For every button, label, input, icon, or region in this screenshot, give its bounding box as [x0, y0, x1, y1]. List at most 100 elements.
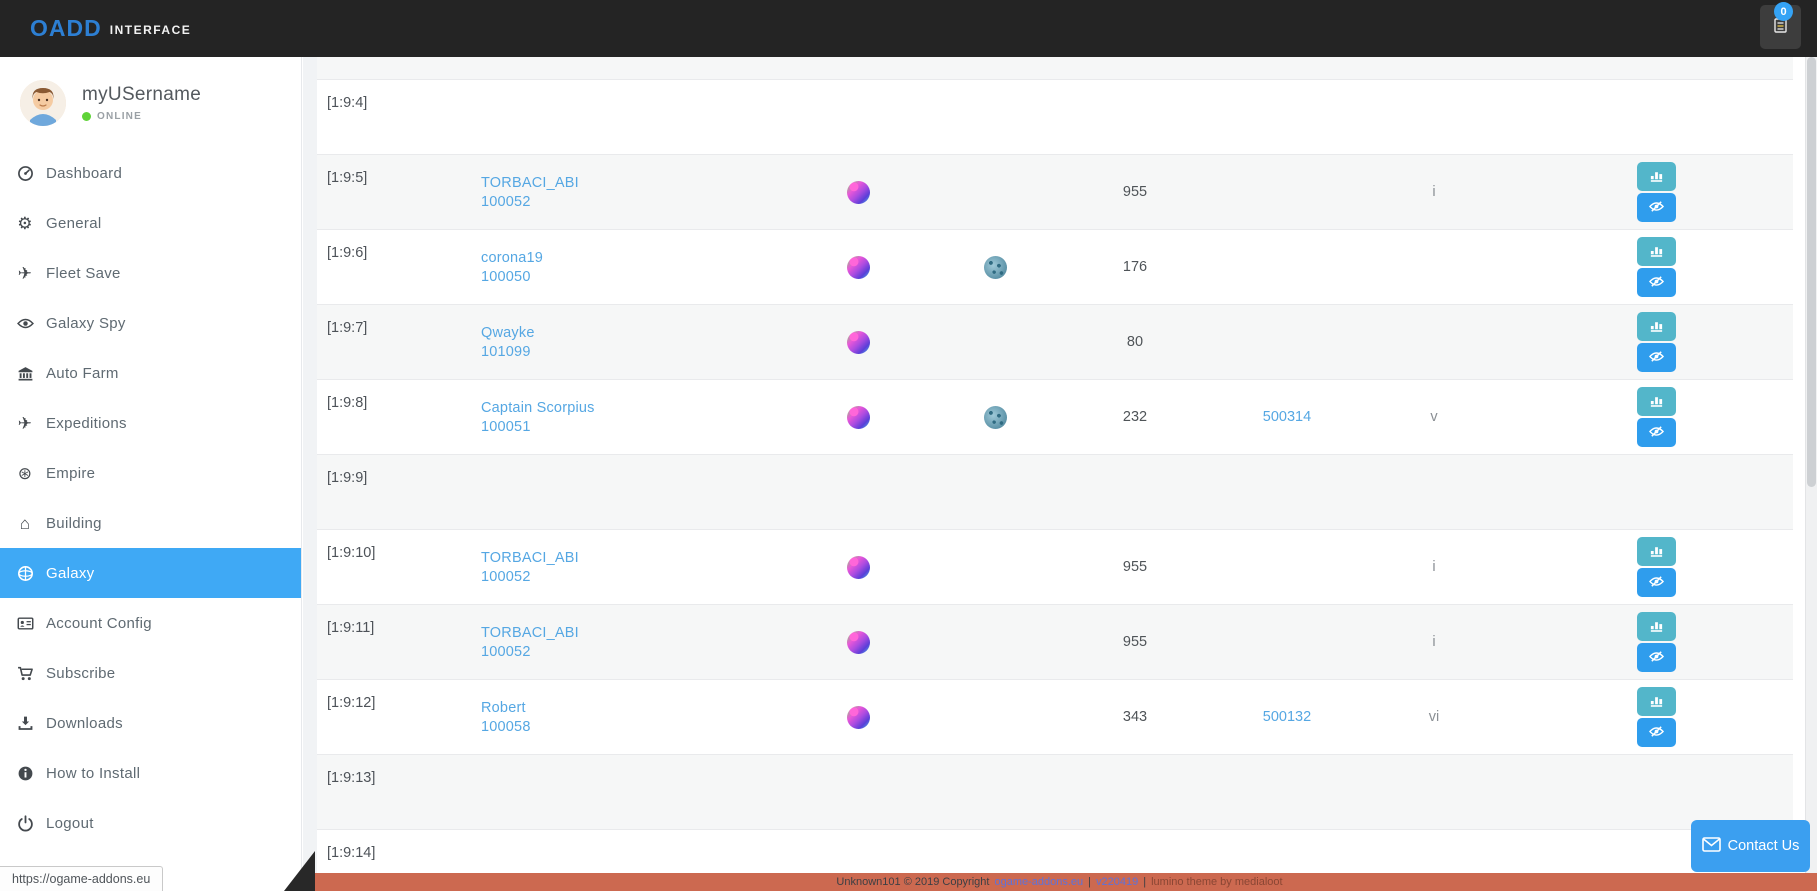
player-id-link[interactable]: 100052	[481, 194, 531, 210]
debris-link[interactable]: 500132	[1263, 709, 1311, 725]
sidebar-item-label: Account Config	[46, 615, 152, 632]
planet-icon	[847, 631, 870, 654]
bar-chart-icon	[1649, 318, 1664, 336]
view-button[interactable]	[1637, 268, 1676, 297]
sidebar-item-building[interactable]: ⌂ Building	[0, 498, 301, 548]
player-id-link[interactable]: 100058	[481, 719, 531, 735]
stats-button[interactable]	[1637, 687, 1676, 716]
stats-button[interactable]	[1637, 387, 1676, 416]
username: myUSername	[82, 84, 201, 106]
player-id-link[interactable]: 100050	[481, 269, 531, 285]
view-button[interactable]	[1637, 343, 1676, 372]
footer: Unknown101 © 2019 Copyright ogame-addons…	[302, 873, 1817, 891]
coords-label: [1:9:12]	[317, 680, 481, 754]
avatar	[20, 80, 66, 126]
view-button[interactable]	[1637, 418, 1676, 447]
player-name-link[interactable]: Robert	[481, 700, 526, 716]
sidebar-item-label: Building	[46, 515, 102, 532]
table-row: [1:9:5] TORBACI_ABI 100052 955 i	[317, 155, 1793, 230]
contact-us-button[interactable]: Contact Us	[1691, 820, 1810, 872]
table-row: [1:9:9]	[317, 455, 1793, 530]
vertical-scrollbar[interactable]	[1805, 57, 1817, 891]
player-name-link[interactable]: corona19	[481, 250, 543, 266]
notifications-button[interactable]: 0	[1760, 5, 1801, 49]
sidebar-item-general[interactable]: ⚙ General	[0, 198, 301, 248]
sidebar-item-galaxy-spy[interactable]: Galaxy Spy	[0, 298, 301, 348]
activity-value: 232	[1072, 380, 1198, 454]
sidebar-item-label: Galaxy Spy	[46, 315, 126, 332]
coords-label: [1:9:10]	[317, 530, 481, 604]
eye-slash-icon	[1649, 199, 1664, 217]
moon-icon	[984, 406, 1007, 429]
view-button[interactable]	[1637, 193, 1676, 222]
activity-value: 955	[1072, 605, 1198, 679]
view-button[interactable]	[1637, 718, 1676, 747]
planet-icon	[847, 331, 870, 354]
sidebar-item-label: Empire	[46, 465, 95, 482]
player-name-link[interactable]: Captain Scorpius	[481, 400, 595, 416]
stats-button[interactable]	[1637, 612, 1676, 641]
eye-slash-icon	[1649, 649, 1664, 667]
online-status-label: ONLINE	[97, 111, 142, 122]
stats-button[interactable]	[1637, 162, 1676, 191]
sidebar-item-label: Fleet Save	[46, 265, 121, 282]
debris-link[interactable]: 500314	[1263, 409, 1311, 425]
sidebar-item-dashboard[interactable]: Dashboard	[0, 148, 301, 198]
sidebar-item-logout[interactable]: Logout	[0, 798, 301, 848]
player-id-link[interactable]: 100051	[481, 419, 531, 435]
player-name-link[interactable]: TORBACI_ABI	[481, 175, 579, 191]
sidebar-item-galaxy[interactable]: Galaxy	[0, 548, 301, 598]
sidebar-item-downloads[interactable]: Downloads	[0, 698, 301, 748]
player-name-link[interactable]: TORBACI_ABI	[481, 625, 579, 641]
power-icon	[14, 815, 36, 832]
envelope-icon	[1702, 837, 1721, 856]
player-name-link[interactable]: TORBACI_ABI	[481, 550, 579, 566]
sidebar-item-how-to-install[interactable]: How to Install	[0, 748, 301, 798]
user-profile: myUSername ONLINE	[0, 57, 301, 148]
sidebar-item-label: Dashboard	[46, 165, 122, 182]
table-row: [1:9:13]	[317, 755, 1793, 830]
cart-icon	[14, 665, 36, 682]
bar-chart-icon	[1649, 393, 1664, 411]
status-bar-url: https://ogame-addons.eu	[0, 866, 163, 891]
sidebar-item-subscribe[interactable]: Subscribe	[0, 648, 301, 698]
player-id-link[interactable]: 100052	[481, 569, 531, 585]
sidebar-item-label: Subscribe	[46, 665, 115, 682]
stats-button[interactable]	[1637, 312, 1676, 341]
planet-icon	[847, 706, 870, 729]
footer-site-link[interactable]: ogame-addons.eu	[994, 876, 1083, 888]
stats-button[interactable]	[1637, 537, 1676, 566]
footer-separator: |	[1088, 876, 1091, 888]
rank-roman: vi	[1376, 680, 1492, 754]
eye-slash-icon	[1649, 424, 1664, 442]
content-gutter	[303, 57, 317, 891]
player-name-link[interactable]: Qwayke	[481, 325, 535, 341]
table-row-partial	[317, 57, 1793, 80]
player-id-link[interactable]: 100052	[481, 644, 531, 660]
rank-roman: i	[1376, 530, 1492, 604]
eye-icon	[14, 315, 36, 332]
sidebar-item-expeditions[interactable]: ✈ Expeditions	[0, 398, 301, 448]
sidebar-nav: Dashboard ⚙ General ✈ Fleet Save Galaxy …	[0, 148, 301, 848]
top-navbar: OADD INTERFACE 0	[0, 0, 1817, 57]
stats-button[interactable]	[1637, 237, 1676, 266]
id-card-icon	[14, 615, 36, 632]
sidebar-item-empire[interactable]: ⊛ Empire	[0, 448, 301, 498]
eye-slash-icon	[1649, 274, 1664, 292]
sidebar-item-auto-farm[interactable]: Auto Farm	[0, 348, 301, 398]
scrollbar-thumb[interactable]	[1807, 57, 1816, 487]
sidebar-item-fleet-save[interactable]: ✈ Fleet Save	[0, 248, 301, 298]
table-row: [1:9:7] Qwayke 101099 80	[317, 305, 1793, 380]
home-icon: ⌂	[14, 515, 36, 532]
planet-icon	[847, 556, 870, 579]
view-button[interactable]	[1637, 643, 1676, 672]
sidebar-item-label: How to Install	[46, 765, 140, 782]
eye-slash-icon	[1649, 349, 1664, 367]
sidebar-item-account-config[interactable]: Account Config	[0, 598, 301, 648]
sidebar: myUSername ONLINE Dashboard ⚙ General ✈ …	[0, 57, 302, 891]
app-logo[interactable]: OADD INTERFACE	[30, 0, 191, 57]
player-id-link[interactable]: 101099	[481, 344, 531, 360]
jet-icon: ✈	[14, 415, 36, 432]
coords-label: [1:9:5]	[317, 155, 481, 229]
view-button[interactable]	[1637, 568, 1676, 597]
